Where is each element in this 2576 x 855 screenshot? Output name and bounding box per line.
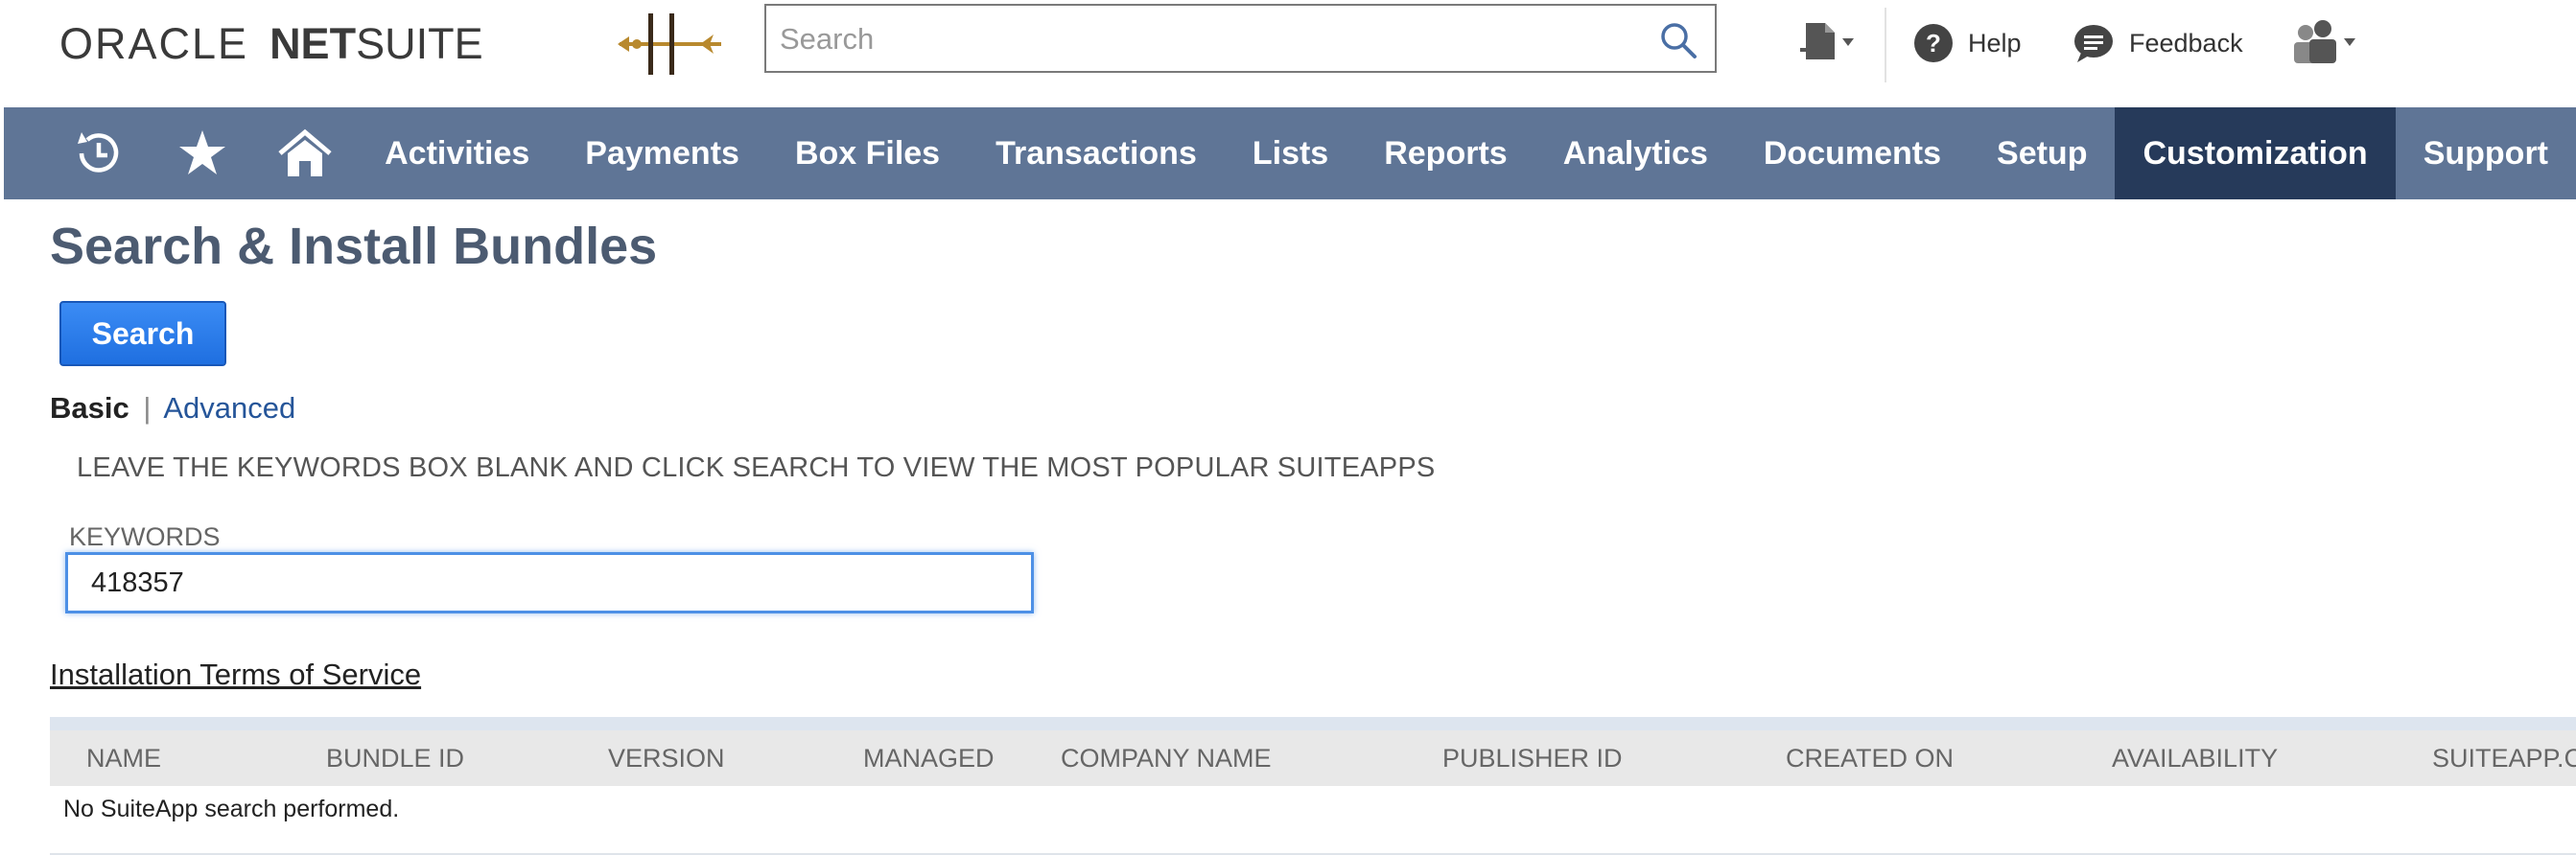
- column-header-company-name[interactable]: COMPANY NAME: [1061, 744, 1272, 774]
- nav-payments[interactable]: Payments: [557, 107, 767, 199]
- help-icon: ?: [1914, 24, 1953, 62]
- nav-box-files[interactable]: Box Files: [767, 107, 968, 199]
- column-header-publisher-id[interactable]: PUBLISHER ID: [1442, 744, 1623, 774]
- logo-suite-text: SUITE: [356, 19, 483, 68]
- feedback-label: Feedback: [2129, 28, 2243, 58]
- mode-separator: |: [143, 391, 152, 425]
- nav-support[interactable]: Support: [2396, 107, 2576, 199]
- results-top-band: [50, 717, 2576, 730]
- help-link[interactable]: ? Help: [1912, 19, 2022, 67]
- feedback-link[interactable]: Feedback: [2072, 19, 2243, 67]
- column-header-name[interactable]: NAME: [86, 744, 161, 774]
- column-header-managed[interactable]: MANAGED: [863, 744, 995, 774]
- column-header-availability[interactable]: AVAILABILITY: [2112, 744, 2278, 774]
- header-divider: [1885, 8, 1886, 82]
- logo-oracle-text: ORACLE: [59, 19, 249, 68]
- nav-transactions[interactable]: Transactions: [968, 107, 1225, 199]
- nav-reports[interactable]: Reports: [1356, 107, 1534, 199]
- basic-mode-label: Basic: [50, 391, 129, 425]
- installation-terms-link[interactable]: Installation Terms of Service: [50, 658, 421, 692]
- help-label: Help: [1968, 28, 2022, 58]
- create-new-icon: [1800, 23, 1854, 59]
- nav-setup[interactable]: Setup: [1969, 107, 2115, 199]
- main-navigation: Activities Payments Box Files Transactio…: [4, 107, 2576, 199]
- recent-history-icon: [77, 132, 118, 173]
- page-title: Search & Install Bundles: [50, 218, 658, 275]
- advanced-mode-link[interactable]: Advanced: [163, 391, 295, 425]
- logo-net-text: NET: [269, 19, 357, 68]
- search-hint-text: LEAVE THE KEYWORDS BOX BLANK AND CLICK S…: [77, 452, 1436, 483]
- star-icon: [179, 130, 225, 174]
- keywords-input[interactable]: [65, 552, 1034, 613]
- svg-text:?: ?: [1926, 29, 1941, 58]
- column-header-suiteapp[interactable]: SUITEAPP.C: [2432, 744, 2576, 774]
- nav-activities[interactable]: Activities: [357, 107, 557, 199]
- search-mode-switch: Basic | Advanced: [50, 391, 295, 426]
- nav-lists[interactable]: Lists: [1225, 107, 1356, 199]
- global-search-input[interactable]: [778, 17, 1645, 61]
- column-header-created-on[interactable]: CREATED ON: [1786, 744, 1954, 774]
- results-table: NAME BUNDLE ID VERSION MANAGED COMPANY N…: [50, 717, 2576, 855]
- keywords-label: KEYWORDS: [69, 522, 221, 551]
- company-brand-icon: [618, 13, 721, 75]
- global-search-box[interactable]: [764, 4, 1717, 73]
- nav-shortcuts[interactable]: [151, 107, 253, 199]
- nav-recent-records[interactable]: [46, 107, 151, 199]
- no-results-message: No SuiteApp search performed.: [63, 796, 400, 822]
- user-role-menu[interactable]: [2290, 19, 2363, 67]
- results-header-row: NAME BUNDLE ID VERSION MANAGED COMPANY N…: [50, 730, 2576, 786]
- nav-documents[interactable]: Documents: [1736, 107, 1969, 199]
- users-icon: [2294, 20, 2355, 63]
- nav-customization[interactable]: Customization: [2115, 107, 2396, 199]
- search-icon[interactable]: [1659, 21, 1698, 59]
- feedback-icon: [2074, 25, 2113, 62]
- nav-analytics[interactable]: Analytics: [1535, 107, 1736, 199]
- search-button[interactable]: Search: [59, 301, 226, 366]
- nav-home[interactable]: [254, 107, 357, 199]
- netsuite-logo[interactable]: ORACLE NET SUITE: [59, 17, 483, 71]
- top-header: ORACLE NETSUITE ? Help: [0, 0, 2576, 104]
- column-header-version[interactable]: VERSION: [608, 744, 725, 774]
- home-icon: [278, 128, 333, 176]
- create-new-menu[interactable]: [1798, 19, 1860, 67]
- column-header-bundle-id[interactable]: BUNDLE ID: [326, 744, 464, 774]
